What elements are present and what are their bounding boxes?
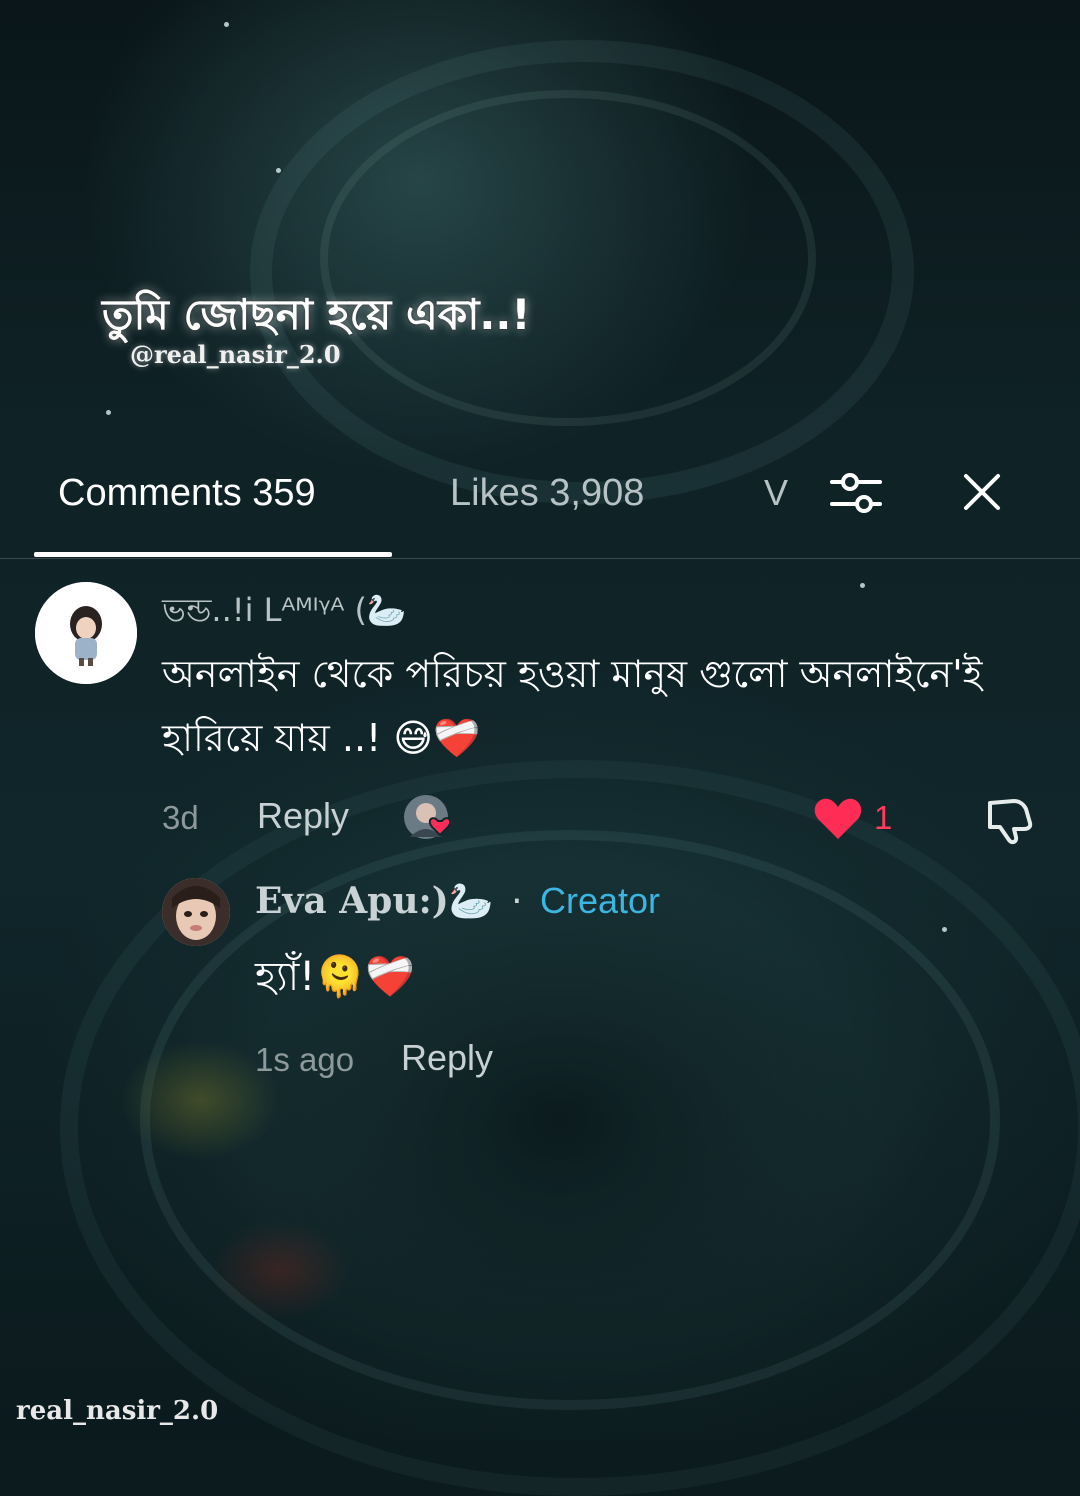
active-tab-indicator — [34, 552, 392, 557]
sparkle — [276, 168, 281, 173]
tab-likes[interactable]: Likes 3,908 — [450, 472, 644, 515]
sparkle — [106, 410, 111, 415]
background-ring — [320, 90, 816, 426]
sparkle — [224, 22, 229, 27]
close-icon[interactable] — [960, 470, 1004, 514]
tab-comments[interactable]: Comments 359 — [58, 472, 316, 515]
comment-text: অনলাইন থেকে পরিচয় হওয়া মানুষ গুলো অনলা… — [162, 652, 983, 760]
reply-text: হ্যাঁ!🫠❤️‍🩹 — [255, 954, 415, 1000]
comment-time: 3d — [162, 799, 199, 836]
reply-time: 1s ago — [255, 1041, 355, 1078]
avatar[interactable] — [35, 582, 137, 684]
divider — [0, 558, 1080, 559]
comment-actions: 3d Reply 1 — [162, 793, 1042, 845]
caption-handle: @real_nasir_2.0 — [130, 340, 341, 369]
reply-header: Eva Apu:)🦢 · Creator — [255, 880, 660, 922]
like-count: 1 — [874, 799, 893, 836]
creator-badge: Creator — [540, 880, 661, 921]
tab-more[interactable]: V — [764, 472, 788, 514]
sliders-icon[interactable] — [828, 468, 884, 518]
reply-button[interactable]: Reply — [257, 795, 349, 837]
reply-username[interactable]: Eva Apu:)🦢 — [255, 880, 494, 922]
reply-avatar[interactable] — [162, 878, 230, 946]
background-glow — [210, 1220, 350, 1320]
reply-button[interactable]: Reply — [401, 1037, 493, 1079]
reply-actions: 1s ago Reply — [255, 1035, 655, 1085]
heart-icon — [814, 798, 862, 839]
dislike-icon[interactable] — [984, 795, 1036, 845]
like-button[interactable]: 1 — [812, 795, 912, 843]
creator-liked-icon — [402, 793, 454, 845]
comment-tabs: Comments 359 Likes 3,908 V — [0, 440, 1080, 560]
sparkle — [860, 583, 865, 588]
separator: · — [511, 881, 523, 922]
sparkle — [942, 927, 947, 932]
comment-username[interactable]: ভন্ড..!i Lᴬᴹᴵᵞᴬ (🦢 — [162, 585, 407, 639]
watermark: real_nasir_2.0 — [16, 1396, 219, 1426]
